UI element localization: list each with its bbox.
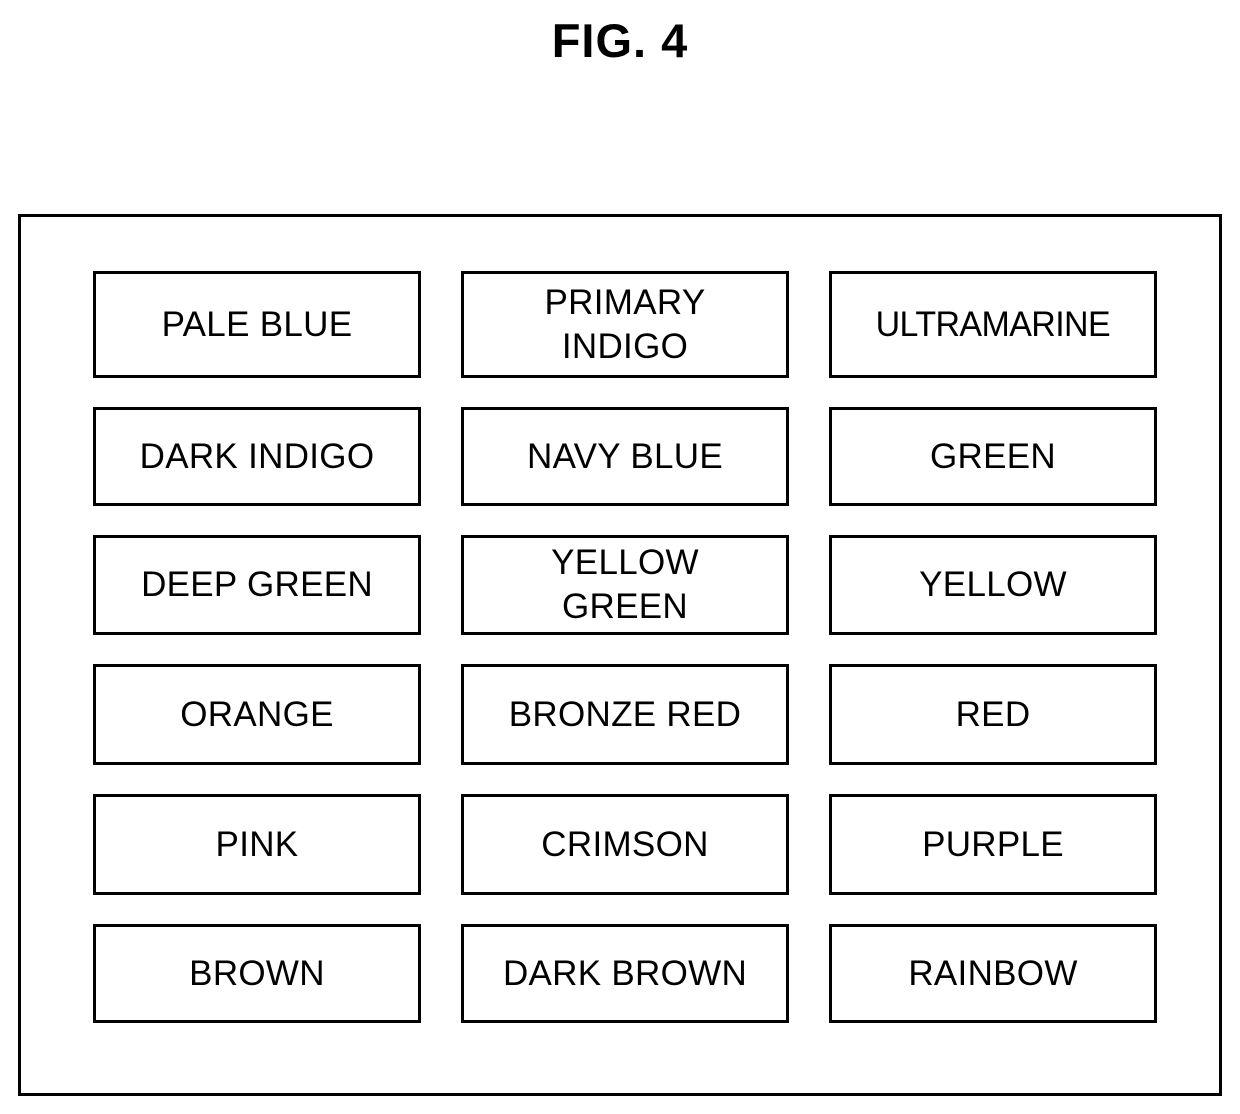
color-option-grid: PALE BLUE PRIMARY INDIGO ULTRAMARINE DAR…: [93, 271, 1161, 1097]
color-option-label: ORANGE: [180, 694, 334, 734]
color-option-label: DEEP GREEN: [141, 565, 373, 604]
color-option-label: BRONZE RED: [508, 694, 742, 734]
color-option-label: NAVY BLUE: [527, 436, 723, 476]
color-option-box[interactable]: BROWN: [93, 924, 421, 1023]
color-option-box[interactable]: DARK INDIGO: [93, 407, 421, 506]
color-option-label: PALE BLUE: [161, 304, 353, 344]
color-option-label: PINK: [215, 824, 299, 864]
color-option-label: ULTRAMARINE: [875, 304, 1111, 344]
figure-title: FIG. 4: [551, 14, 689, 67]
color-option-box[interactable]: CRIMSON: [461, 794, 789, 895]
color-option-label: YELLOW GREEN: [551, 543, 699, 626]
color-option-box[interactable]: PINK: [93, 794, 421, 895]
color-option-label: YELLOW: [919, 565, 1067, 604]
color-option-box[interactable]: YELLOW: [829, 535, 1157, 635]
color-option-label: DARK BROWN: [502, 953, 748, 993]
color-option-box[interactable]: ORANGE: [93, 664, 421, 765]
color-option-box[interactable]: PURPLE: [829, 794, 1157, 895]
figure-outer-frame: PALE BLUE PRIMARY INDIGO ULTRAMARINE DAR…: [18, 214, 1222, 1096]
color-option-label: CRIMSON: [541, 824, 709, 864]
color-option-label: PURPLE: [922, 824, 1064, 864]
color-option-box[interactable]: PRIMARY INDIGO: [461, 271, 789, 378]
color-option-box[interactable]: PALE BLUE: [93, 271, 421, 378]
color-option-label: PRIMARY INDIGO: [544, 282, 706, 366]
color-option-box[interactable]: DARK BROWN: [461, 924, 789, 1023]
color-option-label: DARK INDIGO: [139, 436, 375, 476]
color-option-box[interactable]: ULTRAMARINE: [829, 271, 1157, 378]
color-option-label: RAINBOW: [908, 953, 1078, 993]
color-option-label: BROWN: [189, 953, 325, 993]
color-option-box[interactable]: DEEP GREEN: [93, 535, 421, 635]
color-option-box[interactable]: GREEN: [829, 407, 1157, 506]
color-option-box[interactable]: NAVY BLUE: [461, 407, 789, 506]
color-option-box[interactable]: BRONZE RED: [461, 664, 789, 765]
color-option-box[interactable]: RAINBOW: [829, 924, 1157, 1023]
color-option-box[interactable]: RED: [829, 664, 1157, 765]
color-option-label: GREEN: [930, 436, 1056, 476]
color-option-box[interactable]: YELLOW GREEN: [461, 535, 789, 635]
color-option-label: RED: [955, 694, 1031, 734]
